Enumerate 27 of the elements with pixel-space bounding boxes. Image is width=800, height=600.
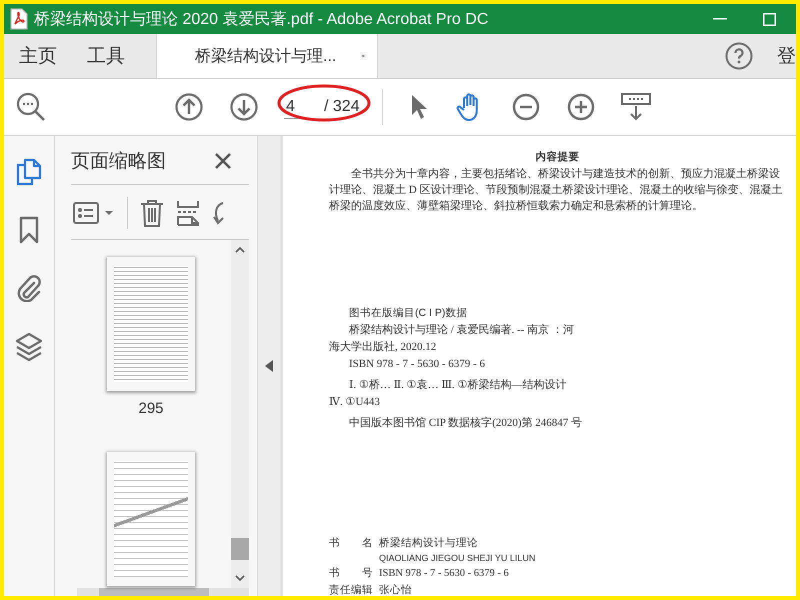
document-tab[interactable]: 桥梁结构设计与理...: [156, 34, 378, 78]
page-count: / 324: [324, 98, 360, 116]
cip-line: 桥梁结构设计与理论 / 袁爱民编著. -- 南京 ：河: [348, 324, 575, 337]
nav-tab[interactable]: 工具: [72, 34, 140, 78]
pinyin-title: QIAOLIANG JIEGOU SHEJI YU LILUN: [378, 553, 536, 563]
cip-line: ISBN 978 - 7 - 5630 - 6379 - 6: [348, 358, 486, 371]
cip-heading: 图书在版编目(C I P)数据: [348, 306, 468, 320]
field-value: ISBN 978 - 7 - 5630 - 6379 - 6: [379, 568, 509, 579]
field-label: 号: [362, 566, 373, 580]
field-label: 书: [329, 536, 340, 550]
panel-title: 页面缩略图: [71, 150, 166, 174]
window-title: 桥梁结构设计与理论 2020 袁爱民著.pdf - Adobe Acrobat Pro DC: [34, 10, 490, 30]
page-label: 295: [138, 400, 164, 417]
cip-line: 海大学出版社, 2020.12: [329, 341, 438, 354]
field-label: 书: [329, 566, 340, 580]
cip-line: Ⅰ. ①桥… Ⅱ. ①袁… Ⅲ. ①桥梁结构—结构设计: [348, 379, 568, 392]
cip-line: Ⅳ. ①U443: [329, 396, 381, 409]
page-number-field[interactable]: 4: [284, 96, 314, 118]
sign-in-link[interactable]: 登: [777, 43, 796, 69]
field-value: 张心怡: [379, 583, 412, 596]
cip-line: 中国版本图书馆 CIP 数据核字(2020)第 246847 号: [348, 417, 584, 430]
field-label: 名: [362, 536, 373, 550]
summary-paragraph: 全书共分为十章内容，主要包括绪论、桥梁设计与建造技术的创新、预应力混凝土桥梁设计理论、混凝土 D 区设计理论、节段预制混凝土桥梁设计理论、混凝土的收缩与徐变、混凝土桥梁的温度效应、薄壁箱梁理论、斜拉桥恒载索力确定和悬索桥的计算理论。: [329, 166, 784, 214]
section-heading: 内容提要: [534, 150, 580, 164]
field-value: 桥梁结构设计与理论: [379, 536, 478, 550]
field-label: 责任编辑: [329, 583, 373, 596]
nav-tab[interactable]: 主页: [4, 34, 72, 78]
